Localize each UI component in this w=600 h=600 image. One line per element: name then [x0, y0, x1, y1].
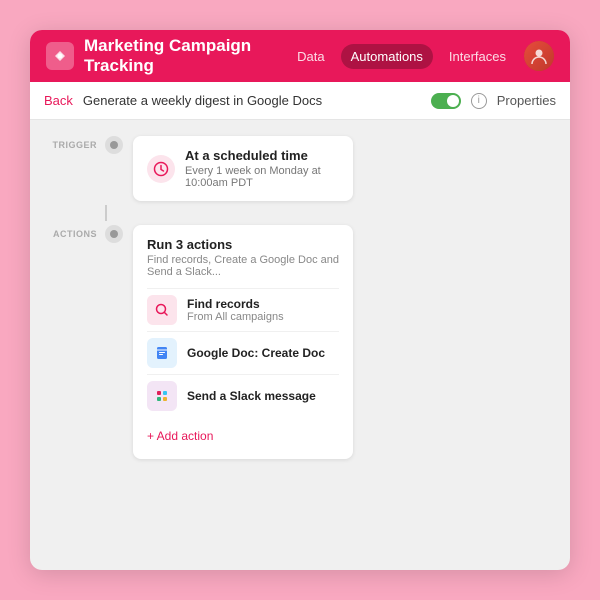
- trigger-info: At a scheduled time Every 1 week on Mond…: [185, 148, 339, 189]
- action-find-records[interactable]: Find records From All campaigns: [147, 288, 339, 331]
- add-action-button[interactable]: + Add action: [147, 425, 339, 447]
- info-icon[interactable]: i: [471, 93, 487, 109]
- main-nav: Data Automations Interfaces: [287, 44, 516, 69]
- avatar[interactable]: [524, 41, 554, 71]
- automation-toggle[interactable]: [431, 93, 461, 109]
- google-doc-title: Google Doc: Create Doc: [187, 346, 325, 360]
- avatar-image: [524, 41, 554, 71]
- action-slack[interactable]: Send a Slack message: [147, 374, 339, 417]
- back-button[interactable]: Back: [44, 93, 73, 108]
- connecting-line: [50, 205, 550, 221]
- sub-header: Back Generate a weekly digest in Google …: [30, 82, 570, 120]
- action-google-doc[interactable]: Google Doc: Create Doc: [147, 331, 339, 374]
- actions-label: ACTIONS: [50, 225, 105, 239]
- trigger-section: TRIGGER At a scheduled time Every 1 week…: [50, 136, 550, 201]
- app-window: Marketing Campaign Tracking Data Automat…: [30, 30, 570, 570]
- find-records-icon: [147, 295, 177, 325]
- trigger-subtitle: Every 1 week on Monday at 10:00am PDT: [185, 165, 339, 189]
- trigger-title: At a scheduled time: [185, 148, 339, 163]
- slack-title: Send a Slack message: [187, 389, 316, 403]
- vert-line-1: [105, 205, 107, 221]
- nav-automations[interactable]: Automations: [341, 44, 433, 69]
- clock-icon: [147, 155, 175, 183]
- trigger-label: TRIGGER: [50, 136, 105, 150]
- actions-card[interactable]: Run 3 actions Find records, Create a Goo…: [133, 225, 353, 459]
- google-doc-icon: [147, 338, 177, 368]
- automation-name: Generate a weekly digest in Google Docs: [83, 93, 421, 108]
- header: Marketing Campaign Tracking Data Automat…: [30, 30, 570, 82]
- google-doc-info: Google Doc: Create Doc: [187, 346, 325, 360]
- app-title: Marketing Campaign Tracking: [84, 36, 287, 76]
- actions-subtitle: Find records, Create a Google Doc and Se…: [147, 254, 339, 278]
- actions-header: Run 3 actions: [147, 237, 339, 252]
- actions-section: ACTIONS Run 3 actions Find records, Crea…: [50, 225, 550, 459]
- find-records-info: Find records From All campaigns: [187, 297, 284, 323]
- properties-button[interactable]: Properties: [497, 93, 556, 108]
- main-content: TRIGGER At a scheduled time Every 1 week…: [30, 120, 570, 570]
- toggle-thumb: [447, 95, 459, 107]
- app-logo: [46, 42, 74, 70]
- slack-icon: [147, 381, 177, 411]
- slack-info: Send a Slack message: [187, 389, 316, 403]
- nav-data[interactable]: Data: [287, 44, 334, 69]
- trigger-card[interactable]: At a scheduled time Every 1 week on Mond…: [133, 136, 353, 201]
- trigger-dot: [105, 136, 123, 154]
- find-records-subtitle: From All campaigns: [187, 311, 284, 323]
- find-records-title: Find records: [187, 297, 284, 311]
- actions-dot: [105, 225, 123, 243]
- nav-interfaces[interactable]: Interfaces: [439, 44, 516, 69]
